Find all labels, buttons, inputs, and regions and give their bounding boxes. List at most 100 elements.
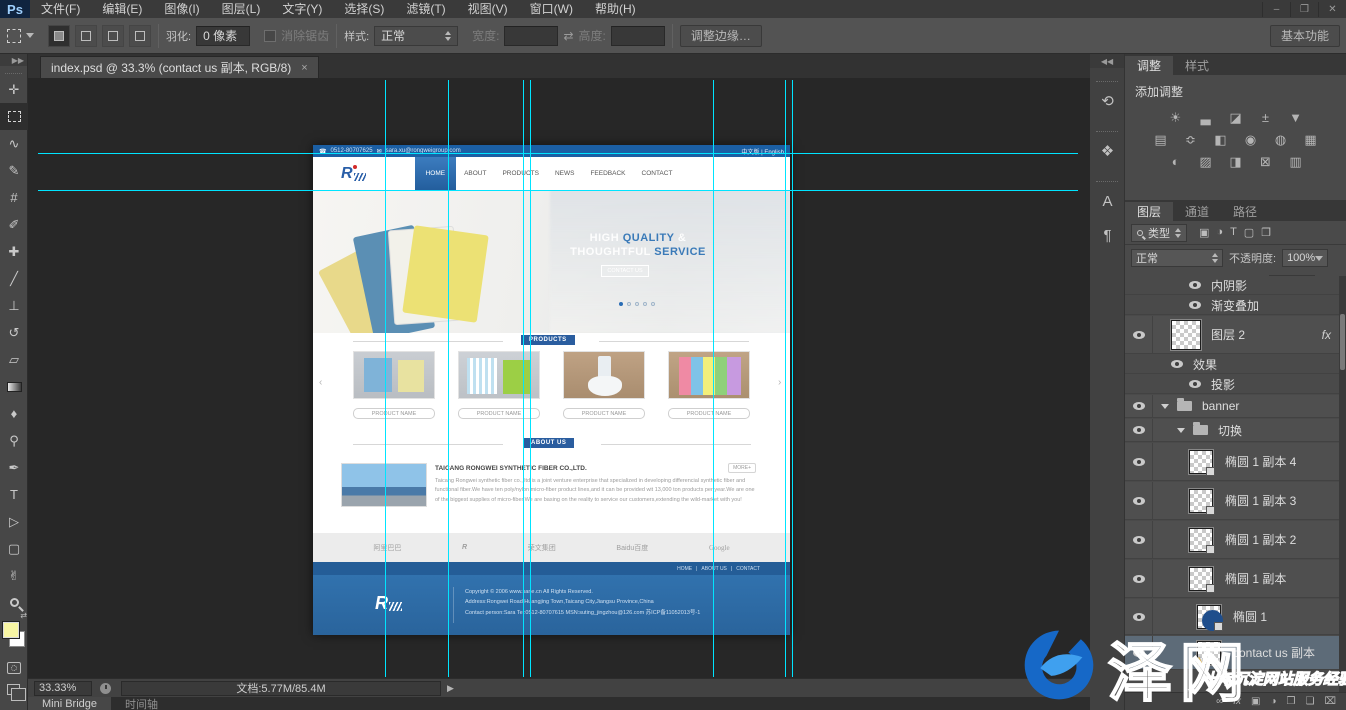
guide-vertical[interactable]: [785, 80, 786, 677]
tab-styles[interactable]: 样式: [1173, 56, 1221, 75]
layer-effect-row[interactable]: 渐变叠加: [1125, 296, 1339, 315]
hue-saturation-icon[interactable]: ▤: [1152, 132, 1170, 148]
blur-tool[interactable]: ♦: [0, 400, 28, 427]
swap-colors-icon[interactable]: ⇄: [20, 611, 27, 620]
visibility-eye-icon[interactable]: [1189, 301, 1201, 309]
hand-tool[interactable]: ✌: [0, 562, 28, 589]
quick-mask-button[interactable]: [7, 662, 21, 674]
visibility-eye-icon[interactable]: [1133, 536, 1145, 544]
style-select[interactable]: 正常: [374, 26, 458, 46]
menu-layer[interactable]: 图层(L): [211, 0, 272, 18]
invert-icon[interactable]: ◐: [1167, 154, 1185, 170]
lasso-tool[interactable]: ∿: [0, 130, 28, 157]
new-layer-icon[interactable]: ❏: [1306, 696, 1315, 707]
vibrance-icon[interactable]: ▼: [1287, 110, 1305, 126]
crop-tool[interactable]: #: [0, 184, 28, 211]
character-panel-icon[interactable]: A: [1090, 184, 1125, 218]
brightness-contrast-icon[interactable]: ☀: [1167, 110, 1185, 126]
rounded-rectangle-tool[interactable]: ▢: [0, 535, 28, 562]
history-panel-icon[interactable]: ⟲: [1090, 84, 1125, 118]
fx-badge[interactable]: fx: [1322, 328, 1331, 342]
layers-scrollbar[interactable]: [1339, 276, 1346, 692]
tab-close-icon[interactable]: ×: [301, 62, 307, 74]
dodge-tool[interactable]: ⚲: [0, 427, 28, 454]
tab-mini-bridge[interactable]: Mini Bridge: [28, 697, 111, 710]
layer-group-row[interactable]: banner: [1125, 395, 1339, 418]
guide-vertical[interactable]: [713, 80, 714, 677]
layer-row[interactable]: 椭圆 1 副本: [1125, 560, 1339, 598]
workspace-switcher-button[interactable]: 基本功能: [1270, 25, 1340, 47]
close-icon[interactable]: ✕: [1318, 2, 1346, 17]
menu-edit[interactable]: 编辑(E): [91, 0, 153, 18]
color-balance-icon[interactable]: ≎: [1182, 132, 1200, 148]
move-tool[interactable]: ✛: [0, 76, 28, 103]
toolbar-grip[interactable]: [5, 66, 22, 74]
new-group-icon[interactable]: ❒: [1287, 696, 1296, 707]
selective-color-icon[interactable]: ⊠: [1257, 154, 1275, 170]
add-mask-icon[interactable]: ▣: [1251, 696, 1260, 707]
brush-tool[interactable]: ╱: [0, 265, 28, 292]
pen-tool[interactable]: ✒: [0, 454, 28, 481]
menu-help[interactable]: 帮助(H): [584, 0, 647, 18]
visibility-eye-icon[interactable]: [1189, 380, 1201, 388]
eraser-tool[interactable]: ▱: [0, 346, 28, 373]
visibility-eye-icon[interactable]: [1133, 613, 1145, 621]
photo-filter-icon[interactable]: ◉: [1242, 132, 1260, 148]
width-input[interactable]: [504, 26, 558, 46]
document-tab[interactable]: index.psd @ 33.3% (contact us 副本, RGB/8)…: [40, 56, 319, 78]
new-adjustment-layer-icon[interactable]: ◑: [1270, 696, 1276, 707]
subtract-selection-button[interactable]: [102, 25, 124, 47]
filter-type-layers-icon[interactable]: T: [1230, 226, 1237, 239]
curves-icon[interactable]: ◪: [1227, 110, 1245, 126]
menu-filter[interactable]: 滤镜(T): [395, 0, 456, 18]
tab-paths[interactable]: 路径: [1221, 202, 1269, 221]
minimize-icon[interactable]: –: [1262, 2, 1290, 17]
menu-type[interactable]: 文字(Y): [271, 0, 333, 18]
posterize-icon[interactable]: ▨: [1197, 154, 1215, 170]
layer-row[interactable]: 椭圆 1 副本 4: [1125, 443, 1339, 481]
visibility-eye-icon[interactable]: [1133, 402, 1145, 410]
zoom-level-input[interactable]: 33.33%: [34, 681, 92, 696]
guide-vertical[interactable]: [530, 80, 531, 677]
quick-selection-tool[interactable]: ✎: [0, 157, 28, 184]
restore-icon[interactable]: ❐: [1290, 2, 1318, 17]
filter-smart-objects-icon[interactable]: ❐: [1261, 226, 1271, 239]
disclosure-triangle-icon[interactable]: [1177, 428, 1185, 433]
new-selection-button[interactable]: [48, 25, 70, 47]
disclosure-triangle-icon[interactable]: [1161, 404, 1169, 409]
panel-grip[interactable]: [1096, 176, 1118, 182]
visibility-eye-icon[interactable]: [1133, 331, 1145, 339]
properties-panel-icon[interactable]: ❖: [1090, 134, 1125, 168]
menu-file[interactable]: 文件(F): [30, 0, 91, 18]
filter-adjustment-layers-icon[interactable]: ◑: [1216, 226, 1223, 239]
height-input[interactable]: [611, 26, 665, 46]
eyedropper-tool[interactable]: ✐: [0, 211, 28, 238]
clone-stamp-tool[interactable]: ⊥: [0, 292, 28, 319]
menu-window[interactable]: 窗口(W): [519, 0, 584, 18]
spot-healing-brush-tool[interactable]: ✚: [0, 238, 28, 265]
add-selection-button[interactable]: [75, 25, 97, 47]
layer-thumbnail[interactable]: [1171, 320, 1201, 350]
antialias-checkbox[interactable]: [264, 30, 276, 42]
guide-vertical[interactable]: [523, 80, 524, 677]
scrollbar-thumb[interactable]: [1340, 314, 1345, 370]
paragraph-panel-icon[interactable]: ¶: [1090, 218, 1125, 252]
layer-group-row[interactable]: 切换: [1125, 419, 1339, 442]
visibility-eye-icon[interactable]: [1133, 458, 1145, 466]
panel-grip[interactable]: [1096, 126, 1118, 132]
layer-thumbnail[interactable]: [1189, 450, 1213, 474]
layer-row[interactable]: 图层 2 fx: [1125, 316, 1339, 354]
black-white-icon[interactable]: ◧: [1212, 132, 1230, 148]
visibility-eye-icon[interactable]: [1133, 426, 1145, 434]
layer-style-icon[interactable]: fx: [1233, 696, 1241, 707]
layer-effects-header[interactable]: 效果: [1125, 355, 1339, 374]
delete-layer-icon[interactable]: ⌧: [1324, 696, 1336, 707]
guide-vertical[interactable]: [448, 80, 449, 677]
screen-mode-button[interactable]: [7, 684, 20, 695]
layer-thumbnail[interactable]: [1189, 567, 1213, 591]
tab-layers[interactable]: 图层: [1125, 202, 1173, 221]
foreground-color-swatch[interactable]: [3, 622, 19, 638]
visibility-eye-icon[interactable]: [1133, 575, 1145, 583]
threshold-icon[interactable]: ◨: [1227, 154, 1245, 170]
layer-effect-row[interactable]: 内阴影: [1125, 276, 1339, 295]
